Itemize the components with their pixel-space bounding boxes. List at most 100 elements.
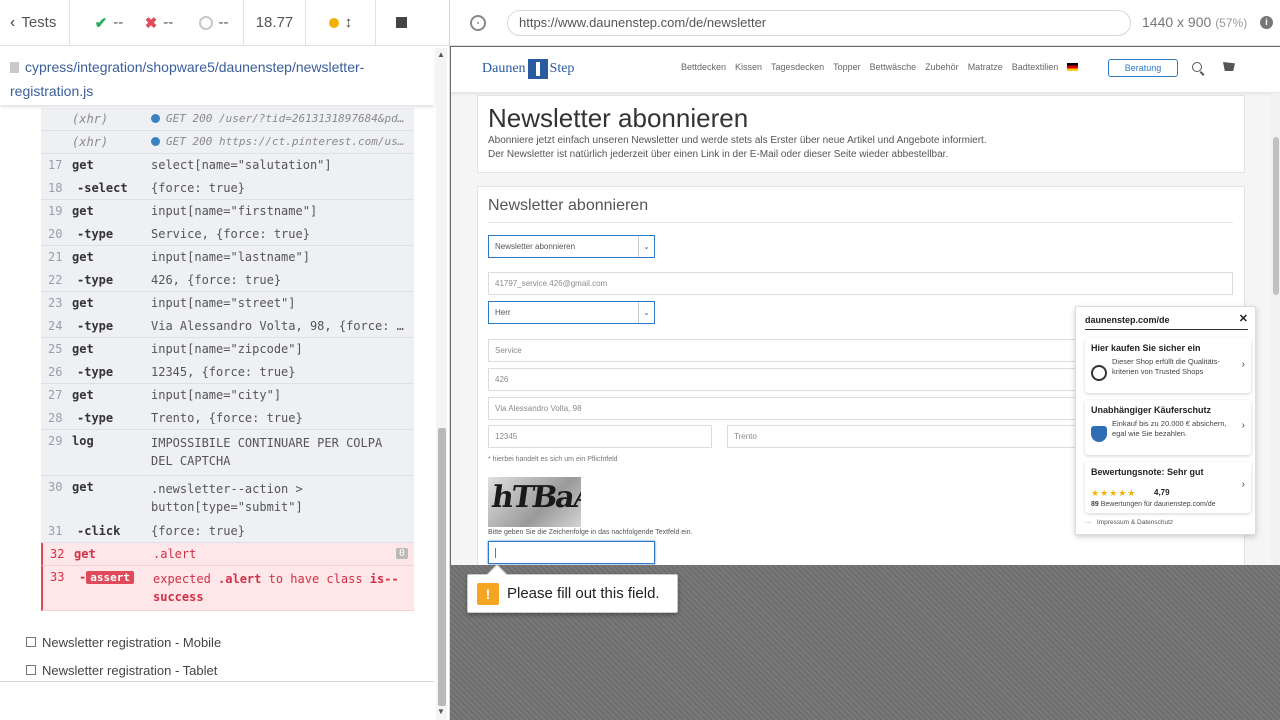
- command-row[interactable]: 22 -type 426, {force: true}: [41, 269, 414, 292]
- test-item[interactable]: Newsletter registration - Tablet: [26, 656, 221, 684]
- command-row[interactable]: 18 -select {force: true}: [41, 177, 414, 200]
- xhr-dot-icon: [151, 137, 160, 146]
- main-nav: Bettdecken Kissen Tagesdecken Topper Bet…: [681, 62, 1079, 72]
- german-flag-icon[interactable]: [1067, 63, 1079, 71]
- trusted-card-secure[interactable]: Hier kaufen Sie sicher ein Dieser Shop e…: [1085, 338, 1251, 393]
- command-row[interactable]: 20 -type Service, {force: true}: [41, 223, 414, 246]
- aut-header: https://www.daunenstep.com/de/newsletter…: [450, 0, 1280, 46]
- logo-mark-icon: [527, 59, 548, 79]
- nav-item[interactable]: Tagesdecken: [771, 62, 824, 72]
- running-dot-icon: [328, 17, 339, 28]
- xhr-dot-icon: [151, 114, 160, 123]
- reporter-scroll-thumb[interactable]: [438, 428, 446, 706]
- nav-item[interactable]: Badtextilien: [1012, 62, 1059, 72]
- trusted-card-rating[interactable]: Bewertungsnote: Sehr gut ★★★★★ 4,79 89 B…: [1085, 462, 1251, 513]
- command-row[interactable]: 25 get input[name="zipcode"]: [41, 338, 414, 361]
- command-log: (xhr) GET 200 /user/?tid=2613131897684&p…: [41, 108, 414, 611]
- chevron-down-icon: ⌄: [638, 236, 654, 257]
- duration: 18.77: [244, 0, 306, 46]
- chevron-down-icon: ⌄: [638, 302, 654, 323]
- viewport-size[interactable]: 1440 x 900 (57%): [1142, 14, 1247, 30]
- page-scroll-thumb[interactable]: [1273, 137, 1279, 295]
- divider: [0, 681, 434, 682]
- url-bar[interactable]: https://www.daunenstep.com/de/newsletter: [507, 10, 1131, 36]
- command-row[interactable]: 30 get .newsletter--action > button[type="…: [41, 476, 414, 520]
- beratung-button[interactable]: Beratung: [1108, 59, 1178, 77]
- nav-item[interactable]: Kissen: [735, 62, 762, 72]
- spec-file-header: cypress/integration/shopware5/daunenstep…: [0, 47, 434, 105]
- trusted-domain: daunenstep.com/de: [1085, 315, 1170, 325]
- command-row[interactable]: 17 get select[name="salutation"]: [41, 154, 414, 177]
- subscribe-select[interactable]: Newsletter abonnieren ⌄: [488, 235, 655, 258]
- scroll-down-icon[interactable]: ▼: [437, 707, 445, 716]
- reporter-header: ‹ Tests ✔ -- ✖ -- -- 18.77 ↕: [0, 0, 449, 46]
- nav-item[interactable]: Zubehör: [925, 62, 959, 72]
- pending-circle-icon: [198, 15, 213, 30]
- rating-score: 4,79: [1154, 488, 1170, 497]
- command-row[interactable]: 29 log IMPOSSIBILE CONTINUARE PER COLPA DE…: [41, 430, 414, 476]
- rating-stars-icon: ★★★★★: [1091, 488, 1137, 498]
- assert-tag: assert: [86, 571, 134, 584]
- required-note: * hierbei handelt es sich um ein Pflicht…: [488, 456, 618, 463]
- check-icon: ✔: [94, 14, 108, 32]
- website-viewport: Daunen Step Bettdecken Kissen Tagesdecke…: [451, 47, 1280, 565]
- validation-message: Please fill out this field.: [507, 585, 660, 602]
- command-row[interactable]: 21 get input[name="lastname"]: [41, 246, 414, 269]
- app-preview: https://www.daunenstep.com/de/newsletter…: [450, 0, 1280, 720]
- chevron-right-icon: ›: [1241, 359, 1245, 370]
- captcha-image: hTBaA: [488, 477, 581, 527]
- nav-item[interactable]: Matratze: [968, 62, 1003, 72]
- captcha-hint: Bitte geben Sie die Zeichenfolge in das …: [488, 529, 693, 536]
- command-row[interactable]: 19 get input[name="firstname"]: [41, 200, 414, 223]
- failed-command-assert[interactable]: 33 - assert expected .alert to have class…: [41, 566, 414, 611]
- command-row[interactable]: 24 -type Via Alessandro Volta, 98, {force:…: [41, 315, 414, 338]
- zipcode-field[interactable]: 12345: [488, 425, 712, 448]
- arrows-vertical-icon: ↕: [344, 14, 353, 31]
- command-row[interactable]: (xhr) GET 200 /user/?tid=2613131897684&p…: [41, 108, 414, 131]
- command-row[interactable]: 26 -type 12345, {force: true}: [41, 361, 414, 384]
- nav-item[interactable]: Bettwäsche: [870, 62, 917, 72]
- page-title: Newsletter abonnieren: [488, 103, 749, 133]
- command-row[interactable]: 23 get input[name="street"]: [41, 292, 414, 315]
- trusted-card-protection[interactable]: Unabhängiger Käuferschutz Einkauf bis zu…: [1085, 400, 1251, 455]
- test-item[interactable]: Newsletter registration - Mobile: [26, 628, 221, 656]
- checkbox-icon: [26, 665, 36, 675]
- chevron-right-icon: ›: [1241, 420, 1245, 431]
- warning-icon: !: [477, 583, 499, 605]
- element-count-badge: 0: [395, 548, 408, 559]
- trusted-seal-icon: [1091, 365, 1107, 381]
- salutation-select[interactable]: Herr ⌄: [488, 301, 655, 324]
- scroll-up-icon[interactable]: ▲: [437, 50, 445, 59]
- close-icon[interactable]: ✕: [1239, 312, 1248, 325]
- cart-icon[interactable]: [1223, 62, 1235, 71]
- site-header: Daunen Step Bettdecken Kissen Tagesdecke…: [451, 47, 1280, 93]
- email-field[interactable]: 41797_service.426@gmail.com: [488, 272, 1233, 295]
- command-row[interactable]: 31 -click {force: true}: [41, 520, 414, 543]
- info-icon[interactable]: i: [1260, 16, 1273, 29]
- tests-button[interactable]: ‹ Tests: [0, 0, 70, 46]
- stop-button[interactable]: [376, 0, 426, 46]
- selector-playground-icon[interactable]: [470, 15, 486, 31]
- spec-path-link[interactable]: cypress/integration/shopware5/daunenstep…: [10, 55, 424, 103]
- tests-label: Tests: [21, 14, 57, 31]
- pending-count[interactable]: --: [184, 0, 244, 46]
- intro-text: Abonniere jetzt einfach unseren Newslett…: [488, 135, 987, 160]
- command-row[interactable]: 28 -type Trento, {force: true}: [41, 407, 414, 430]
- trusted-shops-panel: daunenstep.com/de ✕ Hier kaufen Sie sich…: [1075, 306, 1256, 535]
- auto-scroll-toggle[interactable]: ↕: [306, 0, 376, 46]
- divider: [1085, 329, 1248, 330]
- file-icon: [10, 62, 19, 73]
- failed-count[interactable]: ✖ --: [134, 0, 184, 46]
- site-logo[interactable]: Daunen Step: [482, 59, 574, 79]
- failed-command-get[interactable]: 32 get .alert 0: [41, 543, 414, 566]
- command-row[interactable]: 27 get input[name="city"]: [41, 384, 414, 407]
- passed-count[interactable]: ✔ --: [84, 0, 134, 46]
- nav-item[interactable]: Topper: [833, 62, 861, 72]
- checkbox-icon: [26, 637, 36, 647]
- validation-tooltip: ! Please fill out this field.: [467, 574, 678, 613]
- command-row[interactable]: (xhr) GET 200 https://ct.pinterest.com/u…: [41, 131, 414, 154]
- nav-item[interactable]: Bettdecken: [681, 62, 726, 72]
- search-icon[interactable]: [1192, 62, 1202, 72]
- captcha-input[interactable]: [488, 541, 655, 564]
- trusted-footer-link[interactable]: ··· Impressum & Datenschutz: [1085, 519, 1173, 526]
